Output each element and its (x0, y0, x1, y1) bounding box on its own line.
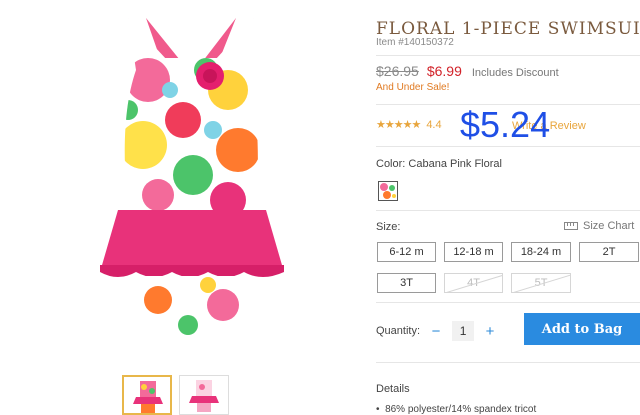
color-swatch-cabana-pink-floral[interactable] (378, 181, 398, 201)
size-option-3t[interactable]: 3T (377, 273, 436, 293)
size-option-4t-unavailable: 4T (444, 273, 503, 293)
size-label: Size: (376, 221, 401, 233)
size-option-18-24m[interactable]: 18-24 m (511, 242, 571, 262)
size-option-5t-unavailable: 5T (511, 273, 571, 293)
divider (376, 55, 640, 56)
details-heading: Details (376, 383, 410, 395)
discount-note: Includes Discount (471, 67, 559, 79)
rating-row[interactable]: ★★★★★ 4.4 (376, 118, 442, 132)
sale-note: And Under Sale! (376, 82, 450, 93)
color-label: Color: Cabana Pink Floral (376, 158, 502, 170)
detail-list-item: • 86% polyester/14% spandex tricot (376, 404, 537, 415)
thumbnail-front[interactable] (122, 375, 172, 415)
size-chart-link[interactable]: Size Chart (564, 220, 634, 232)
item-number: Item #140150372 (376, 37, 454, 48)
divider (376, 210, 640, 211)
overlay-price: $5.24 (460, 104, 551, 145)
quantity-input[interactable]: 1 (452, 321, 475, 341)
ruler-icon (564, 222, 578, 230)
detail-text: 86% polyester/14% spandex tricot (385, 404, 537, 415)
rating-value: 4.4 (426, 118, 442, 131)
divider (376, 146, 640, 147)
size-option-12-18m[interactable]: 12-18 m (444, 242, 503, 262)
price-row: $26.95 $6.99 Includes Discount (376, 63, 559, 79)
size-option-6-12m[interactable]: 6-12 m (377, 242, 436, 262)
quantity-stepper: Quantity: − 1 + (376, 321, 498, 341)
quantity-label: Quantity: (376, 325, 421, 337)
size-option-2t[interactable]: 2T (579, 242, 639, 262)
quantity-increase-button[interactable]: + (482, 323, 498, 340)
original-price: $26.95 (376, 63, 419, 79)
divider (376, 302, 640, 303)
sale-price: $6.99 (426, 63, 462, 79)
add-to-bag-button[interactable]: Add to Bag (524, 313, 640, 345)
thumbnail-strip (122, 375, 229, 415)
thumbnail-back[interactable] (179, 375, 229, 415)
quantity-decrease-button[interactable]: − (428, 323, 444, 340)
size-chart-label: Size Chart (583, 220, 635, 232)
divider (376, 362, 640, 363)
product-image[interactable] (88, 10, 293, 355)
star-rating-icon: ★★★★★ (376, 119, 421, 131)
